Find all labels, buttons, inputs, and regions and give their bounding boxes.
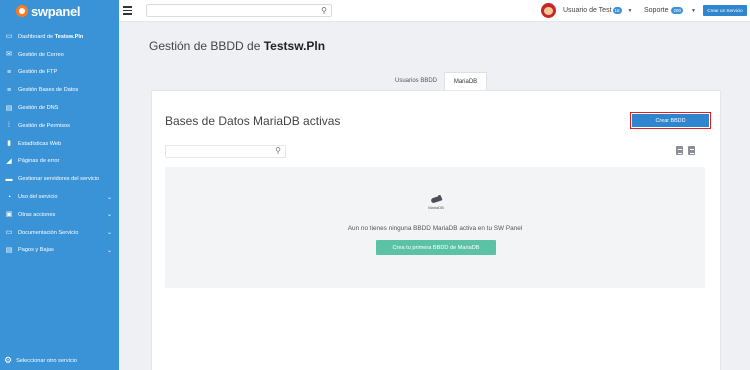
export-file-icon[interactable] [688,146,695,155]
sidebar-item-docs[interactable]: ▭ Documentación Servicio ⌄ [0,224,119,242]
sidebar-item-text: Pagos y Bajas [18,247,54,254]
support-menu[interactable]: Soporte 200 ▼ [644,7,696,14]
dashboard-icon: ▭ [5,33,13,41]
mariadb-logo-text: MariaDB [428,205,444,210]
sidebar-item-ftp[interactable]: ≡ Gestión de FTP [0,64,119,82]
user-badge: 16 [612,7,622,14]
page-title: Gestión de BBDD de Testsw.Pln [149,39,325,53]
create-service-button[interactable]: Crear un Servicio [703,5,747,16]
sidebar-item-text: Otras acciones [18,211,56,218]
tab-mariadb[interactable]: MariaDB [444,72,487,90]
export-document-icon[interactable] [676,146,683,155]
sidebar-item-text: Gestión de Correo [18,51,64,58]
sidebar-item-actions[interactable]: ▣ Otras acciones ⌄ [0,206,119,224]
sidebar-item-text: Gestión Bases de Datos [18,87,79,94]
mariadb-logo-icon: MariaDB [426,195,446,210]
sidebar-item-stats[interactable]: ▮ Estadísticas Web [0,135,119,153]
brand-name: swpanel [31,3,81,19]
create-bbdd-label: Crear BBDD [632,114,709,127]
topbar: ⚲ Usuario de Test 16 ▼ Soporte 200 ▼ Cre… [119,0,750,22]
actions-icon: ▣ [5,211,13,219]
create-first-bbdd-button[interactable]: Crea tu primera BBDD de MariaDB [376,240,496,255]
user-menu[interactable]: Usuario de Test 16 ▼ [541,3,632,18]
chevron-down-icon[interactable]: ⌄ [107,229,112,236]
sidebar-item-domain: Testsw.Pln [54,33,84,40]
chevron-down-icon[interactable]: ⌄ [107,247,112,254]
support-badge: 200 [671,7,683,14]
sidebar-nav: ▭ Dashboard de Testsw.Pln ✉ Gestión de Corr… [0,28,119,259]
sidebar-item-usage[interactable]: ◔ Uso del servicio ⌄ [0,188,119,206]
support-caret-icon[interactable]: ▼ [691,8,696,14]
ftp-icon: ≡ [6,68,12,76]
sidebar-item-label: Dashboard de Testsw.Pln [18,34,83,40]
sidebar-item-label: Uso del servicio [18,194,57,200]
sidebar-item-text: Gestión de FTP [18,69,58,76]
avatar[interactable] [541,3,556,18]
user-name: Usuario de Test [563,7,612,14]
menu-toggle-icon[interactable] [123,6,132,15]
mail-icon: ✉ [6,51,12,59]
sidebar-item-text: Páginas de error [18,158,60,165]
search-icon[interactable]: ⚲ [321,6,327,15]
page-title-prefix: Gestión de BBDD de [149,39,264,53]
chevron-down-icon[interactable]: ⌄ [107,211,112,218]
sidebar-item-text: Gestión de Permisos [18,122,70,129]
sidebar-item-label: Estadísticas Web [18,141,61,147]
database-search-input[interactable]: ⚲ [165,145,286,158]
sidebar-item-label: Páginas de error [18,158,59,164]
panel-title: Bases de Datos MariaDB activas [165,114,341,128]
sidebar-item-text: Documentación Servicio [18,229,79,236]
sidebar-item-label: Gestionar servidores del servicio [18,176,99,182]
page-title-domain: Testsw.Pln [263,39,326,53]
chevron-down-icon[interactable]: ⌄ [107,194,112,201]
search-input[interactable]: ⚲ [146,4,332,17]
error-pages-icon: ◢ [6,157,12,165]
sidebar-item-mail[interactable]: ✉ Gestión de Correo [0,46,119,64]
sidebar-item-label: Documentación Servicio [18,230,78,236]
support-label: Soporte [644,7,669,14]
sidebar-item-label: Gestión de Permisos [18,123,70,129]
sidebar-item-text: Gestionar servidores del servicio [18,176,100,183]
swpanel-logo-icon [16,5,28,17]
permissions-icon: ⁞ [8,122,10,130]
sidebar-item-text: Gestión de DNS [18,105,59,112]
sidebar-item-label: Otras acciones [18,212,55,218]
database-icon: ≡ [6,86,12,94]
gear-icon: ⚙ [4,355,13,365]
brand-logo[interactable]: swpanel [0,0,119,22]
sidebar-item-error-pages[interactable]: ◢ Páginas de error [0,153,119,171]
select-other-service[interactable]: ⚙ Seleccionar otro servicio [4,355,77,366]
stats-icon: ▮ [7,140,11,148]
sidebar-item-servers[interactable]: ▬ Gestionar servidores del servicio [0,170,119,188]
sidebar-item-payments[interactable]: ▤ Pagos y Bajas ⌄ [0,242,119,260]
sidebar-item-label: Gestión de FTP [18,69,57,75]
tab-usuarios-bbdd[interactable]: Usuarios BBDD [388,72,444,90]
usage-icon: ◔ [6,193,12,201]
dns-icon: ▤ [5,104,13,112]
sidebar-item-text: Uso del servicio [18,194,58,201]
sidebar-item-text: Dashboard de [18,33,55,40]
empty-state-message: Aun no tienes ninguna BBDD MariaDB activ… [347,225,523,232]
user-caret-icon[interactable]: ▼ [628,8,633,14]
select-other-service-label: Seleccionar otro servicio [16,357,78,364]
payments-icon: ▤ [5,246,13,254]
docs-icon: ▭ [5,229,13,237]
create-bbdd-button[interactable]: Crear BBDD [630,112,711,129]
sidebar: swpanel ▭ Dashboard de Testsw.Pln ✉ Gestión… [0,0,119,370]
search-icon[interactable]: ⚲ [275,146,281,155]
seal-icon [429,195,443,204]
sidebar-item-label: Gestión Bases de Datos [18,87,78,93]
sidebar-item-database[interactable]: ≡ Gestión Bases de Datos [0,81,119,99]
sidebar-item-text: Estadísticas Web [18,140,62,147]
sidebar-item-permissions[interactable]: ⁞ Gestión de Permisos [0,117,119,135]
servers-icon: ▬ [5,175,13,183]
sidebar-item-label: Gestión de DNS [18,105,58,111]
sidebar-item-label: Gestión de Correo [18,52,64,58]
sidebar-item-dns[interactable]: ▤ Gestión de DNS [0,99,119,117]
sidebar-item-dashboard[interactable]: ▭ Dashboard de Testsw.Pln [0,28,119,46]
sidebar-item-label: Pagos y Bajas [18,247,54,253]
